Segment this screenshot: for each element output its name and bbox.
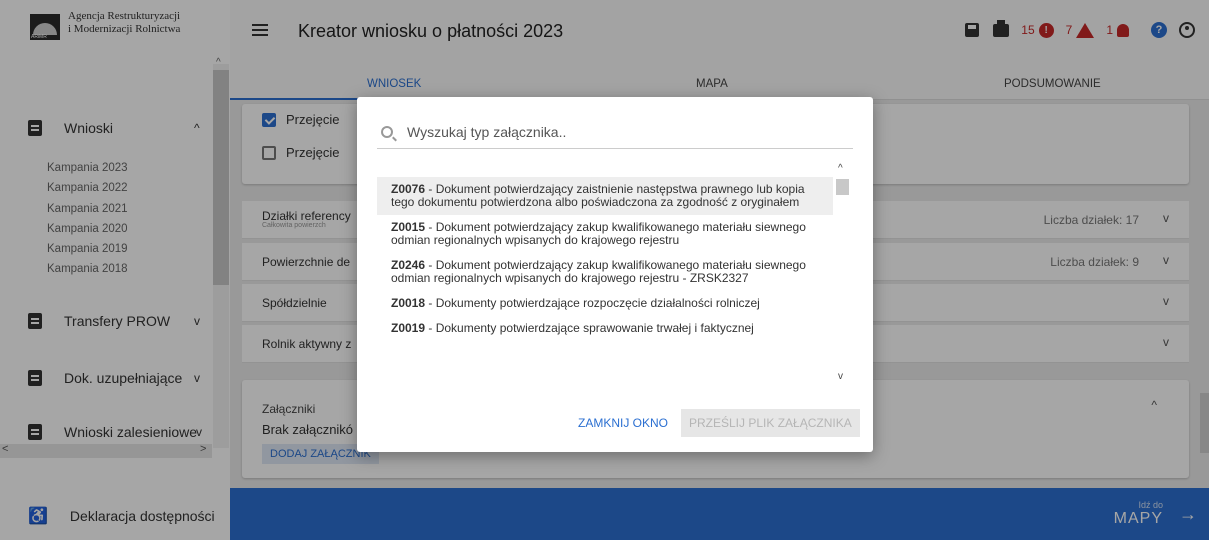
list-item[interactable]: Z0015 - Dokument potwierdzający zakup kw… <box>377 215 833 253</box>
scroll-down-icon[interactable]: v <box>838 371 843 382</box>
list-item[interactable]: Z0019 - Dokumenty potwierdzające sprawow… <box>377 316 833 341</box>
attachment-search-input[interactable] <box>405 122 825 141</box>
scroll-up-icon[interactable]: ^ <box>838 163 843 174</box>
upload-attachment-button[interactable]: PRZEŚLIJ PLIK ZAŁĄCZNIKA <box>681 409 860 437</box>
attachment-search <box>377 115 853 149</box>
list-item[interactable]: Z0246 - Dokument potwierdzający zakup kw… <box>377 253 833 291</box>
list-scrollbar[interactable]: ^ v <box>833 163 853 387</box>
item-code: Z0246 <box>391 258 426 272</box>
item-text: - Dokument potwierdzający zakup kwalifik… <box>391 220 806 247</box>
list-item[interactable]: Z0018 - Dokumenty potwierdzające rozpocz… <box>377 291 833 316</box>
item-code: Z0018 <box>391 296 426 310</box>
attachment-type-list: Z0076 - Dokument potwierdzający zaistnie… <box>377 177 833 387</box>
search-icon <box>381 125 393 138</box>
list-scrollbar-thumb[interactable] <box>836 179 849 195</box>
item-text: - Dokumenty potwierdzające rozpoczęcie d… <box>425 296 760 310</box>
item-code: Z0015 <box>391 220 426 234</box>
item-text: - Dokumenty potwierdzające sprawowanie t… <box>425 321 754 335</box>
item-code: Z0076 <box>391 182 426 196</box>
item-text: - Dokument potwierdzający zakup kwalifik… <box>391 258 806 285</box>
attachment-type-dialog: Z0076 - Dokument potwierdzający zaistnie… <box>357 97 873 452</box>
item-code: Z0019 <box>391 321 426 335</box>
list-item[interactable]: Z0076 - Dokument potwierdzający zaistnie… <box>377 177 833 215</box>
close-dialog-button[interactable]: ZAMKNIJ OKNO <box>570 410 676 436</box>
item-text: - Dokument potwierdzający zaistnienie na… <box>391 182 805 209</box>
